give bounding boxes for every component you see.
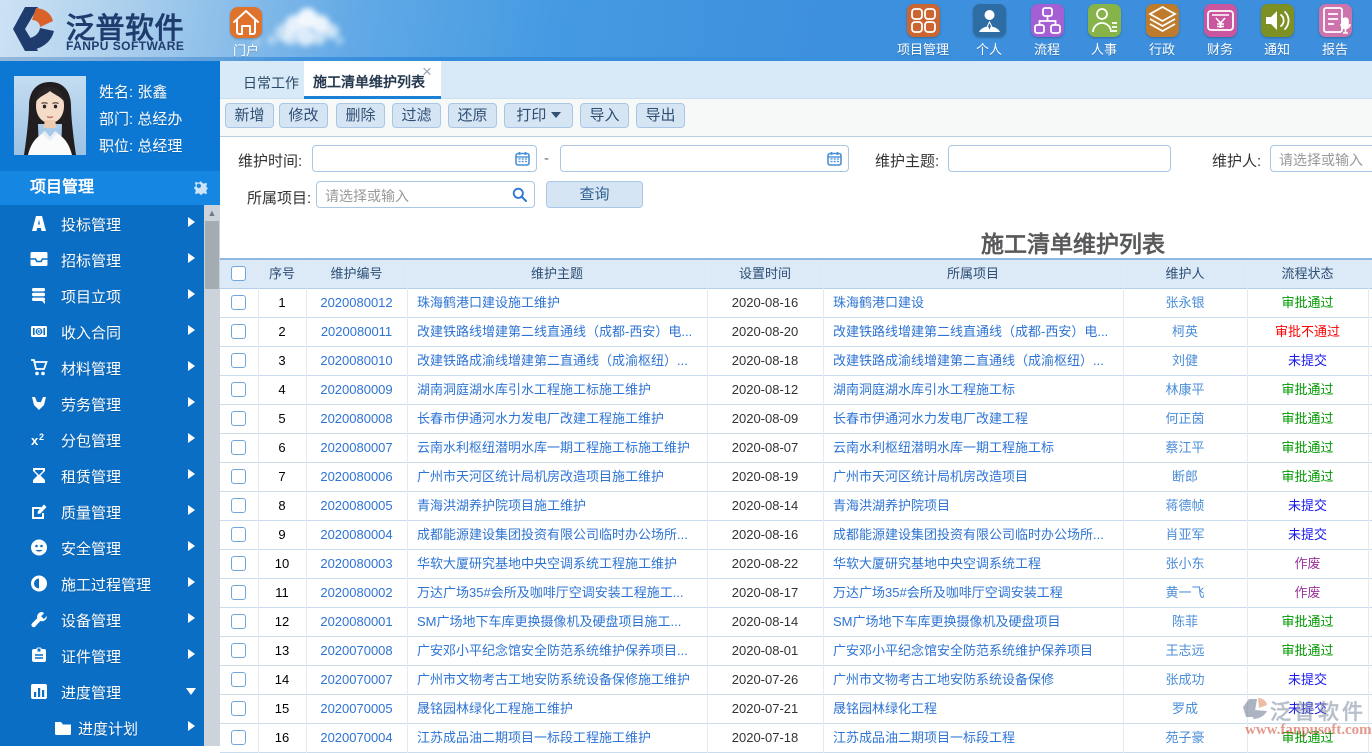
svg-text:x: x	[31, 433, 39, 448]
svg-text:2: 2	[39, 432, 44, 442]
svg-text:www.fanpusoft.com: www.fanpusoft.com	[1245, 722, 1372, 738]
svg-text:0: 0	[37, 329, 41, 336]
svg-text:泛普软件: 泛普软件	[1270, 700, 1366, 724]
